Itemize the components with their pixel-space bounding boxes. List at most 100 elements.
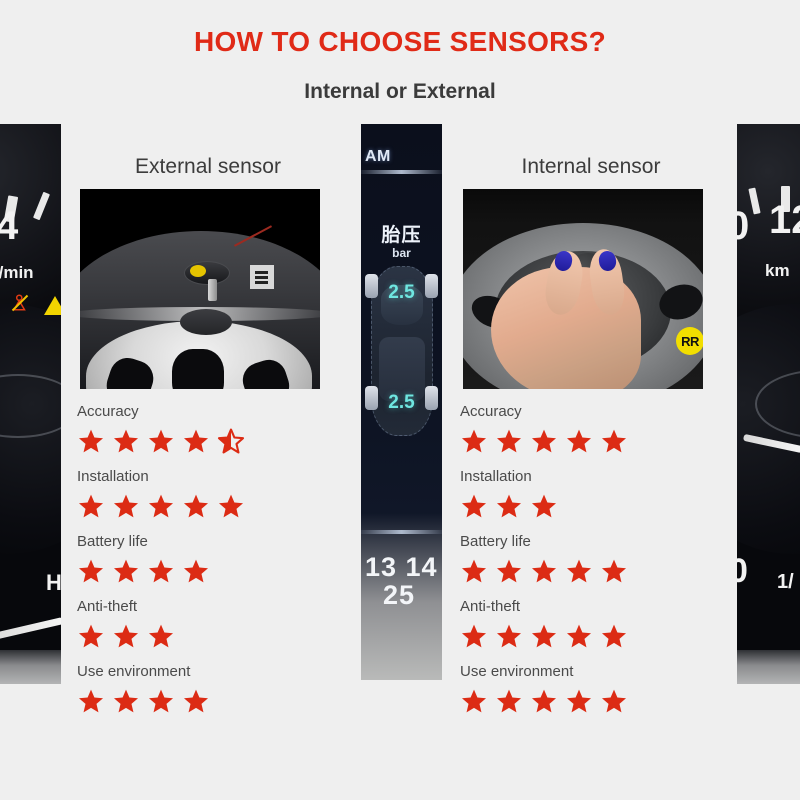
tire-pressure-heading: 胎压: [381, 225, 422, 246]
star-icon: [78, 494, 104, 518]
rating-label: Use environment: [77, 663, 191, 680]
odometer-line-1: 13 14: [365, 552, 438, 582]
star-icon: [566, 624, 592, 648]
column-external-sensor: External sensor Accuracy Installation Ba…: [75, 150, 367, 728]
star-rating: [460, 556, 750, 586]
star-icon: [148, 429, 174, 453]
star-rating: [460, 621, 750, 651]
star-icon: [461, 624, 487, 648]
star-icon: [113, 494, 139, 518]
rating-label: Accuracy: [77, 403, 139, 420]
star-icon: [461, 559, 487, 583]
rating-row: Battery life: [77, 533, 367, 586]
wheel-spoke-gap: [172, 349, 224, 389]
star-rating: [460, 686, 750, 716]
rating-row: Use environment: [460, 663, 750, 716]
display-divider-top: [361, 170, 442, 174]
wheel-hub: [180, 309, 232, 335]
star-icon: [601, 689, 627, 713]
ratings-external: Accuracy Installation Battery life Anti-…: [75, 403, 367, 716]
star-icon: [148, 689, 174, 713]
star-icon: [601, 429, 627, 453]
rating-row: Installation: [460, 468, 750, 521]
star-icon: [113, 689, 139, 713]
seatbelt-warning-icon: [11, 294, 29, 312]
star-icon: [566, 689, 592, 713]
rating-row: Use environment: [77, 663, 367, 716]
sensor-position-badge: RR: [676, 327, 703, 355]
external-sensor-photo: [80, 189, 320, 389]
star-rating: [77, 686, 367, 716]
tpms-cluster-display: AM 胎压 bar 2.5 2.5 13 14 25: [361, 124, 442, 680]
star-icon: [461, 689, 487, 713]
rating-label: Use environment: [460, 663, 574, 680]
star-icon: [461, 429, 487, 453]
half-star-icon: [217, 428, 245, 454]
sensor-yellow-marker-icon: [190, 265, 206, 277]
rear-pressure-value: 2.5: [388, 392, 415, 413]
column-heading-external: External sensor: [135, 155, 281, 178]
star-icon: [496, 429, 522, 453]
infographic-canvas: HOW TO CHOOSE SENSORS? Internal or Exter…: [0, 0, 800, 800]
rating-row: Installation: [77, 468, 367, 521]
rating-label: Installation: [77, 468, 149, 485]
odometer-fraction: 1/: [777, 571, 794, 593]
internal-sensor-photo: RR: [463, 189, 703, 389]
speedometer-number: 120: [769, 198, 800, 242]
star-icon: [113, 624, 139, 648]
speedometer-unit: km: [765, 261, 790, 280]
star-icon: [148, 624, 174, 648]
warning-triangle-icon: [44, 296, 61, 315]
star-icon: [566, 429, 592, 453]
rating-row: Anti-theft: [77, 598, 367, 651]
star-icon: [78, 559, 104, 583]
dashboard-gauge-left-photo: 4 r/min H: [0, 124, 61, 684]
star-icon: [461, 494, 487, 518]
star-icon: [78, 689, 104, 713]
rating-row: Accuracy: [77, 403, 367, 456]
clock-period-label: AM: [365, 148, 391, 165]
star-rating: [77, 426, 367, 456]
page-subtitle: Internal or External: [304, 80, 496, 103]
star-icon: [113, 429, 139, 453]
column-internal-sensor: Internal sensor RR Accuracy Installation…: [458, 150, 750, 728]
star-icon: [531, 559, 557, 583]
star-icon: [183, 429, 209, 453]
star-icon: [531, 689, 557, 713]
page-title: HOW TO CHOOSE SENSORS?: [193, 26, 607, 57]
front-pressure-value: 2.5: [388, 282, 415, 303]
star-rating: [460, 491, 750, 521]
rating-label: Anti-theft: [460, 598, 521, 615]
rating-row: Anti-theft: [460, 598, 750, 651]
gauge-glare-bottom: [0, 650, 61, 684]
star-rating: [77, 556, 367, 586]
star-icon: [183, 559, 209, 583]
valve-stem: [208, 279, 217, 301]
star-icon: [183, 689, 209, 713]
star-rating: [77, 621, 367, 651]
star-icon: [601, 559, 627, 583]
gauge-needle: [0, 617, 61, 642]
star-rating: [460, 426, 750, 456]
tachometer-number: 4: [0, 204, 19, 248]
star-icon: [78, 429, 104, 453]
star-icon: [601, 624, 627, 648]
column-heading-internal: Internal sensor: [521, 155, 661, 178]
star-icon: [496, 624, 522, 648]
rating-row: Accuracy: [460, 403, 750, 456]
temperature-high-marker: H: [46, 570, 61, 595]
star-icon: [531, 494, 557, 518]
rating-label: Installation: [460, 468, 532, 485]
star-icon: [566, 559, 592, 583]
star-icon: [148, 559, 174, 583]
star-rating: [77, 491, 367, 521]
rating-row: Battery life: [460, 533, 750, 586]
star-icon: [531, 429, 557, 453]
barcode-label: [250, 265, 274, 289]
star-icon: [531, 624, 557, 648]
gauge-arc: [0, 374, 61, 438]
star-icon: [148, 494, 174, 518]
rating-label: Accuracy: [460, 403, 522, 420]
star-icon: [113, 559, 139, 583]
rating-label: Battery life: [77, 533, 148, 550]
